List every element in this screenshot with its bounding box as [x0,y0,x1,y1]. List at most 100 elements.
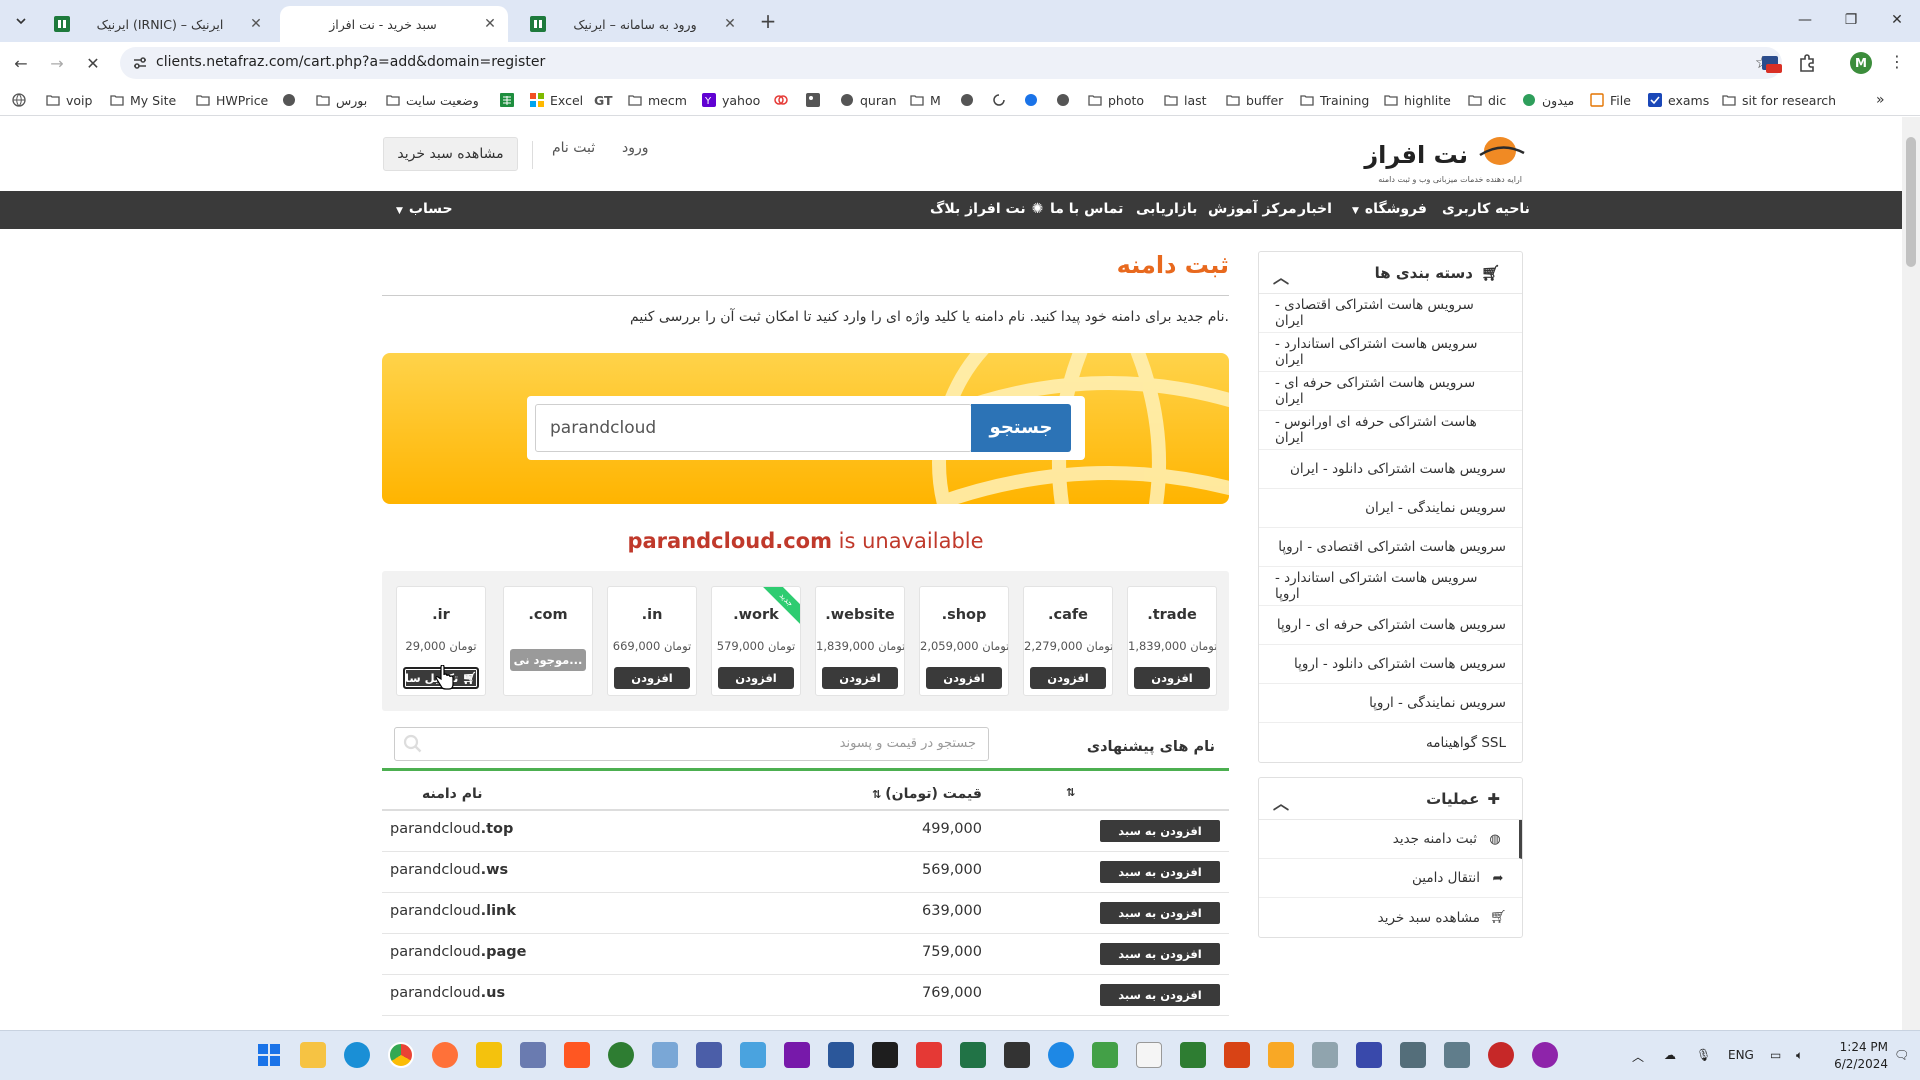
tld-add-button[interactable]: افزودن [1134,667,1210,689]
browser-tab-irnic-login[interactable]: ورود به سامانه – ایرنیک ✕ [520,6,748,42]
column-header-price[interactable]: ⇅ قیمت (تومان) [872,786,982,802]
app-icon[interactable] [608,1042,634,1068]
app-icon[interactable] [1532,1042,1558,1068]
bookmark-folder-bourse[interactable]: بورس [316,91,367,109]
register-link[interactable]: ثبت نام [552,140,595,156]
tld-add-button[interactable]: افزودن [926,667,1002,689]
excel-icon[interactable] [960,1042,986,1068]
sidebar-category-item[interactable]: سرویس هاست اشتراکی حرفه ای - ایران [1259,372,1522,411]
app-icon[interactable] [696,1042,722,1068]
bookmark-folder-voip[interactable]: voip [46,91,92,109]
bookmark-folder-training[interactable]: Training [1300,91,1369,109]
sidebar-action-transfer-domain[interactable]: انتقال دامین ➦ [1259,859,1522,898]
tab-close-icon[interactable]: ✕ [722,16,738,32]
chevron-up-icon[interactable]: ︿ [1273,790,1289,814]
firefox-icon[interactable] [432,1042,458,1068]
anydesk-icon[interactable] [916,1042,942,1068]
microphone-icon[interactable]: 🎙︎ [1696,1048,1711,1062]
nav-blog[interactable]: نت افراز بلاگ ✺ [930,201,1043,217]
bookmark-folder-buffer[interactable]: buffer [1226,91,1283,109]
bookmark-meydoon[interactable]: میدون [1522,91,1574,109]
sidebar-action-register-domain[interactable]: ثبت دامنه جدید ◍ [1259,820,1522,859]
bookmark-rings-icon[interactable] [774,91,794,109]
netafraz-logo[interactable]: نت افراز ارایه دهنده خدمات میزبانی وب و … [1340,129,1525,187]
bookmark-quran[interactable]: quran [840,91,897,109]
browser-tab-cart[interactable]: سبد خرید - نت افراز ✕ [280,6,508,42]
browser-tab-irnic[interactable]: ایرنیک (IRNIC) – ایرنیک ✕ [44,6,274,42]
bookmark-edge-icon[interactable] [1024,91,1044,109]
bookmark-folder-site-status[interactable]: وضعیت سایت [386,91,479,109]
nav-education[interactable]: مرکز آموزش [1208,201,1297,217]
notification-icon[interactable]: 🗨︎ [1894,1048,1909,1062]
app-icon[interactable] [1048,1042,1074,1068]
restore-icon[interactable]: ❐ [1836,8,1866,32]
bookmark-folder-hwprice[interactable]: HWPrice [196,91,268,109]
bookmark-globe-icon[interactable] [1056,91,1076,109]
sidebar-category-item[interactable]: سرویس هاست اشتراکی اقتصادی - اروپا [1259,528,1522,567]
calculator-icon[interactable] [1444,1042,1470,1068]
word-icon[interactable] [828,1042,854,1068]
app-icon[interactable] [1180,1042,1206,1068]
extensions-puzzle-icon[interactable] [1796,52,1818,74]
bookmark-image-icon[interactable] [806,91,826,109]
close-window-icon[interactable]: ✕ [1882,8,1912,32]
bookmark-file[interactable]: File [1590,91,1631,109]
app-icon[interactable] [1268,1042,1294,1068]
chevron-up-icon[interactable]: ︿ [1273,264,1289,288]
back-arrow-icon[interactable]: ← [8,51,34,77]
column-header-domain[interactable]: نام دامنه [422,786,483,802]
add-to-cart-button[interactable]: افزودن به سبد [1100,861,1220,883]
minimize-icon[interactable]: — [1790,8,1820,32]
add-to-cart-button[interactable]: افزودن به سبد [1100,902,1220,924]
tab-search-chevron-icon[interactable] [8,8,34,34]
language-indicator[interactable]: ENG [1728,1048,1754,1062]
app-icon[interactable] [1092,1042,1118,1068]
app-icon[interactable] [1312,1042,1338,1068]
address-bar[interactable]: clients.netafraz.com/cart.php?a=add&doma… [120,47,1782,79]
nav-store[interactable]: ▼ فروشگاه [1352,201,1427,217]
chrome-browser-icon[interactable] [388,1042,414,1068]
bookmark-excel[interactable]: Excel [530,91,583,109]
actions-panel-header[interactable]: ︿ عملیات ✚ [1259,778,1522,820]
tld-add-button[interactable]: افزودن [822,667,898,689]
start-windows-icon[interactable] [256,1042,282,1068]
bookmark-gt-icon[interactable]: GT [594,91,613,109]
system-clock[interactable]: 1:24 PM 6/2/2024 [1818,1039,1888,1073]
bookmark-folder-photo[interactable]: photo [1088,91,1144,109]
app-icon[interactable] [520,1042,546,1068]
sidebar-category-item[interactable]: سرویس هاست اشتراکی دانلود - ایران [1259,450,1522,489]
app-icon[interactable] [1356,1042,1382,1068]
app-icon[interactable] [1224,1042,1250,1068]
sidebar-category-item[interactable]: گواهینامه SSL [1259,723,1522,762]
sidebar-category-item[interactable]: سرویس نمایندگی - ایران [1259,489,1522,528]
suggestions-filter-input[interactable]: جستجو در قیمت و پسوند [394,727,989,761]
login-link[interactable]: ورود [622,140,649,156]
view-cart-button[interactable]: مشاهده سبد خرید [383,137,518,171]
bookmark-exams[interactable]: exams [1648,91,1709,109]
bookmark-folder-last[interactable]: last [1164,91,1207,109]
bookmark-globe-icon[interactable] [12,91,32,109]
new-tab-icon[interactable]: + [756,10,780,34]
onedrive-cloud-icon[interactable]: ☁ [1664,1048,1676,1062]
terminal-icon[interactable] [872,1042,898,1068]
sidebar-category-item[interactable]: سرویس هاست اشتراکی اقتصادی - ایران [1259,294,1522,333]
add-to-cart-button[interactable]: افزودن به سبد [1100,820,1220,842]
bookmarks-overflow-icon[interactable]: » [1876,91,1885,109]
tld-add-button[interactable]: افزودن [1030,667,1106,689]
onenote-icon[interactable] [784,1042,810,1068]
bookmark-folder-mysite[interactable]: My Site [110,91,176,109]
nav-client-area[interactable]: ناحیه کاربری [1442,201,1530,217]
bookmark-yahoo[interactable]: Yyahoo [702,91,760,109]
bookmark-folder-m[interactable]: M [910,91,941,109]
forward-arrow-icon[interactable]: → [44,51,70,77]
scrollbar-thumb[interactable] [1906,137,1916,267]
sidebar-action-view-cart[interactable]: مشاهده سبد خرید 🛒︎ [1259,898,1522,937]
nav-news[interactable]: اخبار [1298,201,1332,217]
sidebar-category-item[interactable]: سرویس هاست اشتراکی دانلود - اروپا [1259,645,1522,684]
bookmark-folder-mecm[interactable]: mecm [628,91,687,109]
sidebar-category-item[interactable]: سرویس هاست اشتراکی حرفه ای - اروپا [1259,606,1522,645]
app-icon[interactable] [1400,1042,1426,1068]
tab-close-icon[interactable]: ✕ [482,16,498,32]
media-player-icon[interactable] [476,1042,502,1068]
bookmark-folder-dic[interactable]: dic [1468,91,1506,109]
